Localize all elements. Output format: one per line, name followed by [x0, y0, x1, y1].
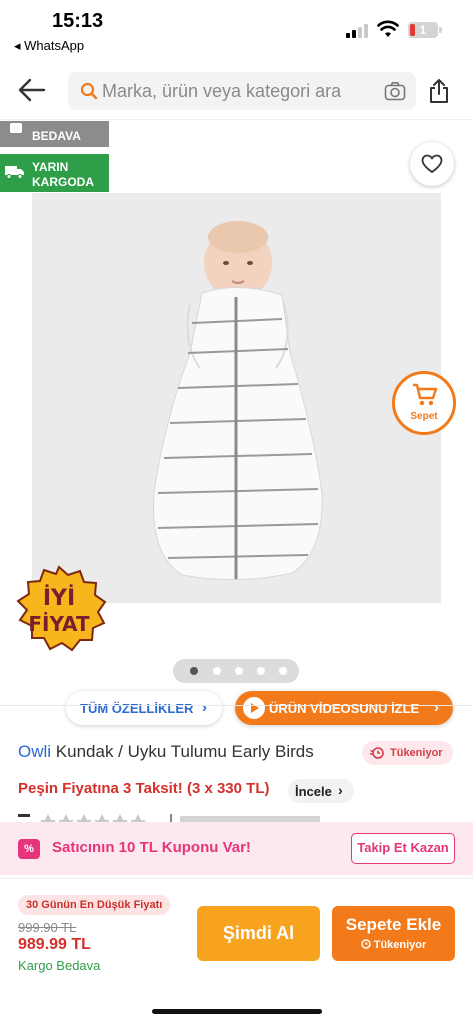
cart-icon	[413, 383, 438, 406]
image-pagination[interactable]	[173, 659, 299, 683]
tomorrow-label-line1: YARIN	[32, 160, 69, 174]
favorite-button[interactable]	[410, 142, 454, 186]
heart-icon	[421, 154, 443, 174]
good-price-seal-icon: İYİ FİYAT	[16, 565, 107, 652]
back-arrow-icon[interactable]	[16, 76, 48, 104]
add-to-cart-stock: Tükeniyor	[373, 939, 427, 951]
share-icon[interactable]	[428, 78, 450, 104]
seller-coupon-bar: % Satıcının 10 TL Kuponu Var! Takip Et K…	[0, 822, 473, 875]
camera-search-icon[interactable]	[384, 81, 406, 101]
inspect-label: İncele	[295, 784, 332, 799]
status-bar: 15:13 ◂ WhatsApp 1	[0, 0, 473, 62]
watch-video-button[interactable]: ÜRÜN VİDEOSUNU İZLE ›	[235, 691, 453, 725]
play-icon	[243, 697, 265, 719]
product-title: Owli Kundak / Uyku Tulumu Early Birds	[18, 742, 314, 762]
page-dot[interactable]	[279, 667, 287, 675]
truck-icon	[5, 166, 24, 179]
add-to-cart-sublabel: Tükeniyor	[332, 939, 455, 951]
good-price-text-1: İYİ	[43, 585, 75, 611]
clock-icon	[370, 747, 384, 759]
battery-cap	[439, 27, 442, 33]
search-icon	[80, 82, 98, 100]
battery-icon: 1	[408, 22, 438, 38]
divider	[0, 705, 473, 706]
bottom-purchase-bar: 30 Günün En Düşük Fiyatı 999.90 TL 989.9…	[0, 878, 473, 1024]
product-gallery[interactable]: BEDAVA YARIN KARGODA Sepet İYİ FİYAT TÜM…	[0, 121, 473, 725]
rating-row[interactable]	[18, 814, 338, 822]
status-time: 15:13	[52, 10, 104, 32]
chevron-right-icon: ›	[434, 699, 439, 716]
current-price: 989.99 TL	[18, 936, 91, 953]
free-shipping-text: Kargo Bedava	[18, 958, 101, 973]
page-dot[interactable]	[235, 667, 243, 675]
baby-sleep-sack-image	[32, 193, 441, 603]
product-image[interactable]	[32, 193, 441, 603]
add-to-cart-button[interactable]: Sepete Ekle Tükeniyor	[332, 906, 455, 961]
lowest-price-badge: 30 Günün En Düşük Fiyatı	[18, 895, 171, 915]
page-dot[interactable]	[190, 667, 198, 675]
free-shipping-badge: BEDAVA	[0, 121, 109, 147]
add-to-cart-label: Sepete Ekle	[345, 915, 442, 934]
search-input[interactable]: Marka, ürün veya kategori ara	[68, 72, 416, 110]
chevron-right-icon: ›	[338, 782, 343, 798]
stock-status-badge: Tükeniyor	[362, 741, 453, 765]
tomorrow-label-line2: KARGODA	[32, 175, 94, 189]
product-name: Kundak / Uyku Tulumu Early Birds	[55, 742, 314, 761]
all-features-button[interactable]: TÜM ÖZELLİKLER ›	[66, 691, 222, 725]
clock-icon	[360, 939, 371, 949]
chevron-right-icon: ›	[202, 699, 207, 716]
all-features-label: TÜM ÖZELLİKLER	[80, 701, 194, 716]
watch-video-label: ÜRÜN VİDEOSUNU İZLE	[269, 701, 420, 716]
cart-fab-label: Sepet	[410, 411, 438, 422]
home-indicator	[152, 1009, 322, 1014]
buy-now-button[interactable]: Şimdi Al	[197, 906, 320, 961]
tomorrow-delivery-badge: YARIN KARGODA	[0, 154, 109, 192]
battery-level: 1	[419, 23, 427, 37]
good-price-text-2: FİYAT	[28, 612, 90, 636]
coupon-icon: %	[18, 839, 40, 859]
search-placeholder: Marka, ürün veya kategori ara	[102, 81, 342, 101]
package-icon	[10, 123, 22, 133]
coupon-text: Satıcının 10 TL Kuponu Var!	[52, 839, 251, 856]
follow-and-earn-button[interactable]: Takip Et Kazan	[351, 833, 455, 864]
brand-link[interactable]: Owli	[18, 742, 51, 761]
floating-cart-button[interactable]: Sepet	[392, 371, 456, 435]
stock-status-label: Tükeniyor	[390, 747, 443, 759]
rating-stars-icon	[18, 814, 320, 822]
back-to-whatsapp-link[interactable]: ◂ WhatsApp	[14, 38, 84, 54]
good-price-badge: İYİ FİYAT	[10, 565, 108, 653]
free-shipping-label: BEDAVA	[32, 129, 81, 143]
old-price: 999.90 TL	[18, 920, 77, 935]
page-dot[interactable]	[257, 667, 265, 675]
installment-text: Peşin Fiyatına 3 Taksit! (3 x 330 TL)	[18, 780, 270, 797]
wifi-icon	[377, 20, 399, 37]
inspect-installment-button[interactable]: İncele ›	[288, 779, 354, 803]
page-dot[interactable]	[213, 667, 221, 675]
signal-icon	[346, 22, 370, 38]
search-header: Marka, ürün veya kategori ara	[0, 62, 473, 120]
